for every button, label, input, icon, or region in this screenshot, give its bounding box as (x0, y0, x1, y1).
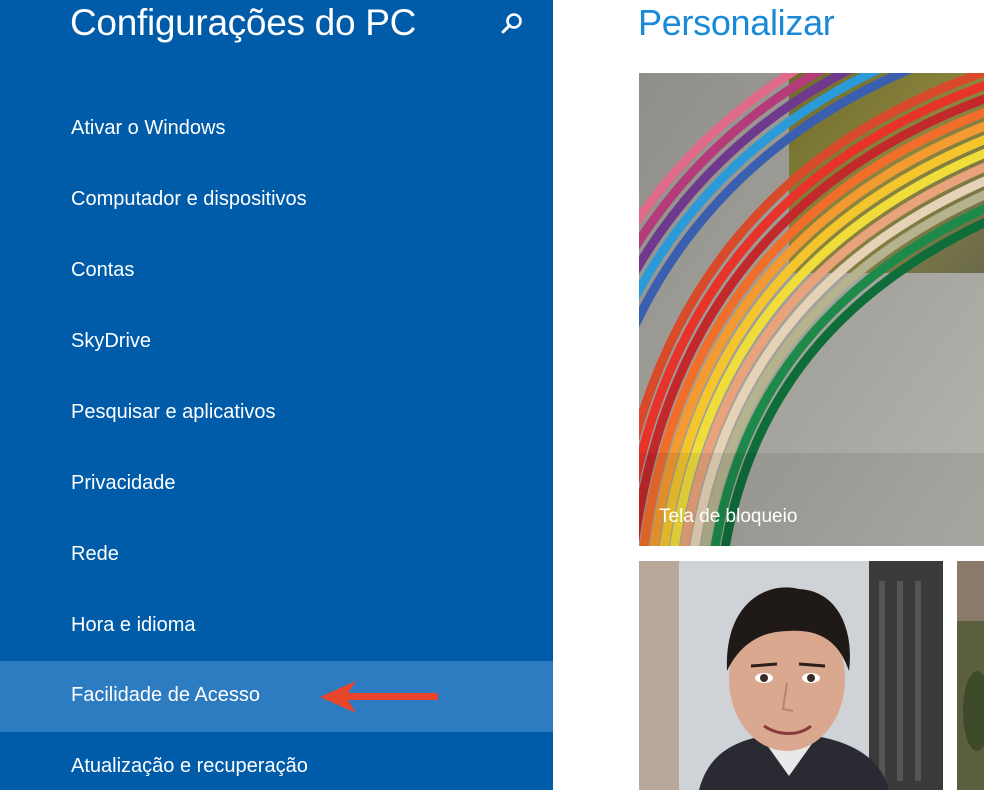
nav-item-contas[interactable]: Contas (0, 236, 553, 307)
nav-item-facilidade-acesso[interactable]: Facilidade de Acesso (0, 661, 553, 732)
tile-third[interactable] (957, 561, 984, 790)
nav-item-privacidade[interactable]: Privacidade (0, 449, 553, 520)
nav-item-label: Pesquisar e aplicativos (71, 401, 276, 423)
nav-item-label: SkyDrive (71, 330, 152, 352)
nav-item-pesquisar-aplicativos[interactable]: Pesquisar e aplicativos (0, 378, 553, 449)
third-tile-photo (957, 561, 984, 790)
nav-item-label: Computador e dispositivos (71, 188, 307, 210)
colored-paper-stack-photo (639, 73, 984, 546)
nav-item-label: Rede (71, 543, 119, 565)
nav-item-hora-idioma[interactable]: Hora e idioma (0, 591, 553, 662)
nav-item-label: Contas (71, 259, 135, 281)
nav-item-skydrive[interactable]: SkyDrive (0, 307, 553, 378)
nav-item-rede[interactable]: Rede (0, 520, 553, 591)
nav-item-label: Facilidade de Acesso (71, 684, 261, 706)
sidebar: Configurações do PC Ativar o Windows Com… (0, 0, 553, 790)
tile-lock-screen[interactable]: Tela de bloqueio (639, 73, 984, 546)
tile-label: Tela de bloqueio (659, 506, 798, 527)
account-portrait-photo (639, 561, 943, 790)
nav-item-atualizacao-recuperacao[interactable]: Atualização e recuperação (0, 732, 553, 790)
nav-item-label: Hora e idioma (71, 614, 196, 636)
nav-item-ativar-windows[interactable]: Ativar o Windows (0, 94, 553, 165)
nav-item-computador-dispositivos[interactable]: Computador e dispositivos (0, 165, 553, 236)
sidebar-title: Configurações do PC (70, 2, 416, 43)
arrow-left-icon (320, 681, 438, 713)
tile-account-picture[interactable] (639, 561, 943, 790)
nav-item-label: Atualização e recuperação (71, 755, 308, 777)
nav-item-label: Ativar o Windows (71, 117, 226, 139)
page-title: Personalizar (638, 2, 835, 43)
search-icon[interactable] (499, 11, 525, 37)
nav-item-label: Privacidade (71, 472, 176, 494)
